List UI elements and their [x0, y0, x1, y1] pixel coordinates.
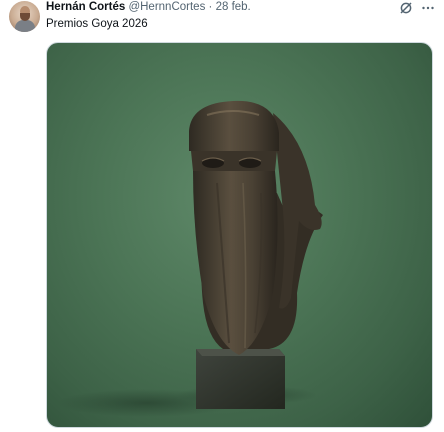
bronze-bust-illustration: [57, 100, 323, 417]
tweet-header: Hernán Cortés @HernnCortes · 28 feb.: [46, 0, 251, 16]
tweet-text: Premios Goya 2026: [46, 18, 148, 30]
separator-dot: ·: [208, 1, 213, 13]
tweet-date[interactable]: 28 feb.: [216, 1, 251, 13]
grok-icon[interactable]: [399, 1, 413, 15]
author-handle[interactable]: @HernnCortes: [128, 1, 205, 13]
tweet[interactable]: Hernán Cortés @HernnCortes · 28 feb. Pre…: [0, 0, 444, 432]
author-name[interactable]: Hernán Cortés: [46, 1, 125, 13]
avatar-torso: [15, 20, 35, 32]
tweet-media-photo[interactable]: [46, 42, 433, 428]
more-icon[interactable]: [421, 1, 435, 15]
avatar[interactable]: [9, 1, 40, 32]
